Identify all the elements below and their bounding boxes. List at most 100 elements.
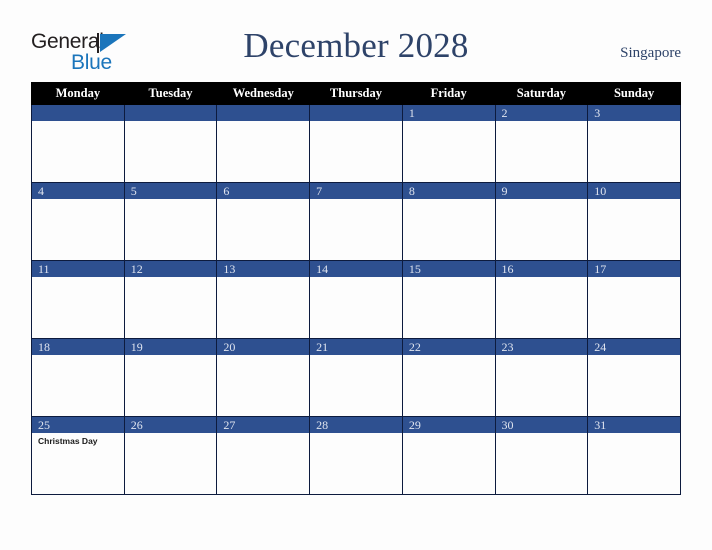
- day-cell-content: 30: [495, 417, 588, 494]
- day-number: 4: [32, 183, 124, 199]
- calendar-day-cell[interactable]: 5: [123, 182, 218, 261]
- calendar-day-cell[interactable]: 7: [309, 182, 403, 261]
- weekday-header-friday: Friday: [401, 82, 496, 105]
- day-events: [496, 121, 588, 124]
- day-events: [217, 277, 309, 280]
- day-events: [588, 277, 680, 280]
- calendar-day-cell[interactable]: 24: [587, 338, 681, 417]
- day-cell-content: 2: [495, 105, 588, 182]
- day-cell-content: 15: [402, 261, 495, 338]
- calendar-empty-cell: [216, 104, 311, 183]
- calendar-day-cell[interactable]: 30: [494, 416, 589, 495]
- calendar-day-cell[interactable]: 31: [587, 416, 681, 495]
- day-cell-content: [32, 105, 124, 182]
- day-events: [125, 121, 217, 124]
- day-events: [125, 277, 217, 280]
- day-events: [310, 355, 402, 358]
- day-cell-content: 11: [32, 261, 124, 338]
- day-cell-content: 4: [32, 183, 124, 260]
- calendar-day-cell[interactable]: 19: [123, 338, 218, 417]
- calendar-day-cell[interactable]: 3: [587, 104, 681, 183]
- day-number: 21: [310, 339, 402, 355]
- calendar-day-cell[interactable]: 9: [494, 182, 589, 261]
- weekday-header-tuesday: Tuesday: [123, 82, 218, 105]
- calendar-day-cell[interactable]: 2: [494, 104, 589, 183]
- day-number: 1: [402, 105, 495, 121]
- day-number: 17: [588, 261, 680, 277]
- country-label: Singapore: [620, 45, 681, 61]
- day-number: 19: [124, 339, 217, 355]
- day-events: [217, 199, 309, 202]
- day-events: [310, 277, 402, 280]
- weekday-header-sunday: Sunday: [587, 82, 681, 105]
- calendar-week-row: 25 Christmas Day 26 27 28 29 30 31: [31, 416, 681, 495]
- day-cell-content: [124, 105, 217, 182]
- weekday-header-saturday: Saturday: [494, 82, 589, 105]
- day-number: 11: [32, 261, 124, 277]
- day-events: [588, 433, 680, 436]
- calendar-day-cell[interactable]: 26: [123, 416, 218, 495]
- calendar-day-cell[interactable]: 11: [31, 260, 125, 339]
- calendar-day-cell[interactable]: 10: [587, 182, 681, 261]
- day-events: [32, 121, 124, 124]
- day-cell-content: 7: [310, 183, 402, 260]
- day-number: [310, 105, 402, 121]
- calendar-day-cell[interactable]: 29: [401, 416, 496, 495]
- day-cell-content: 29: [402, 417, 495, 494]
- calendar-day-cell[interactable]: 4: [31, 182, 125, 261]
- day-number: 30: [495, 417, 588, 433]
- day-events: [32, 277, 124, 280]
- day-cell-content: 6: [217, 183, 310, 260]
- calendar-day-cell[interactable]: 25 Christmas Day: [31, 416, 125, 495]
- day-cell-content: 24: [588, 339, 680, 416]
- calendar-day-cell[interactable]: 27: [216, 416, 311, 495]
- day-number: 18: [32, 339, 124, 355]
- page-header: General Blue December 2028 Singapore: [0, 0, 712, 82]
- calendar-day-cell[interactable]: 17: [587, 260, 681, 339]
- day-number: 8: [402, 183, 495, 199]
- day-events: [496, 355, 588, 358]
- calendar-day-cell[interactable]: 1: [401, 104, 496, 183]
- day-number: 28: [310, 417, 402, 433]
- calendar-day-cell[interactable]: 13: [216, 260, 311, 339]
- day-events: [403, 199, 495, 202]
- calendar-day-cell[interactable]: 15: [401, 260, 496, 339]
- day-cell-content: 23: [495, 339, 588, 416]
- day-number: 14: [310, 261, 402, 277]
- day-events: [588, 199, 680, 202]
- calendar-empty-cell: [309, 104, 403, 183]
- calendar-day-cell[interactable]: 22: [401, 338, 496, 417]
- calendar-day-cell[interactable]: 12: [123, 260, 218, 339]
- day-events: [310, 199, 402, 202]
- day-cell-content: 1: [402, 105, 495, 182]
- day-events: [217, 121, 309, 124]
- day-number: 7: [310, 183, 402, 199]
- calendar-day-cell[interactable]: 20: [216, 338, 311, 417]
- calendar-day-cell[interactable]: 16: [494, 260, 589, 339]
- calendar-day-cell[interactable]: 8: [401, 182, 496, 261]
- day-events: [310, 433, 402, 436]
- calendar-day-cell[interactable]: 14: [309, 260, 403, 339]
- calendar-week-row: 4 5 6 7 8 9 10: [31, 182, 681, 261]
- calendar-day-cell[interactable]: 6: [216, 182, 311, 261]
- calendar-empty-cell: [123, 104, 218, 183]
- day-events: [32, 355, 124, 358]
- calendar-day-cell[interactable]: 28: [309, 416, 403, 495]
- day-events: [403, 355, 495, 358]
- weekday-header-wednesday: Wednesday: [216, 82, 311, 105]
- day-number: 31: [588, 417, 680, 433]
- day-cell-content: 13: [217, 261, 310, 338]
- calendar-day-cell[interactable]: 18: [31, 338, 125, 417]
- day-events: [588, 121, 680, 124]
- day-number: 25: [32, 417, 124, 433]
- day-events: [217, 433, 309, 436]
- weekday-header-thursday: Thursday: [309, 82, 403, 105]
- day-cell-content: 17: [588, 261, 680, 338]
- day-events: [125, 199, 217, 202]
- calendar-page: General Blue December 2028 Singapore Mon…: [0, 0, 712, 550]
- calendar-day-cell[interactable]: 21: [309, 338, 403, 417]
- day-number: 9: [495, 183, 588, 199]
- calendar-day-cell[interactable]: 23: [494, 338, 589, 417]
- calendar-week-row: 11 12 13 14 15 16 17: [31, 260, 681, 339]
- day-number: [124, 105, 217, 121]
